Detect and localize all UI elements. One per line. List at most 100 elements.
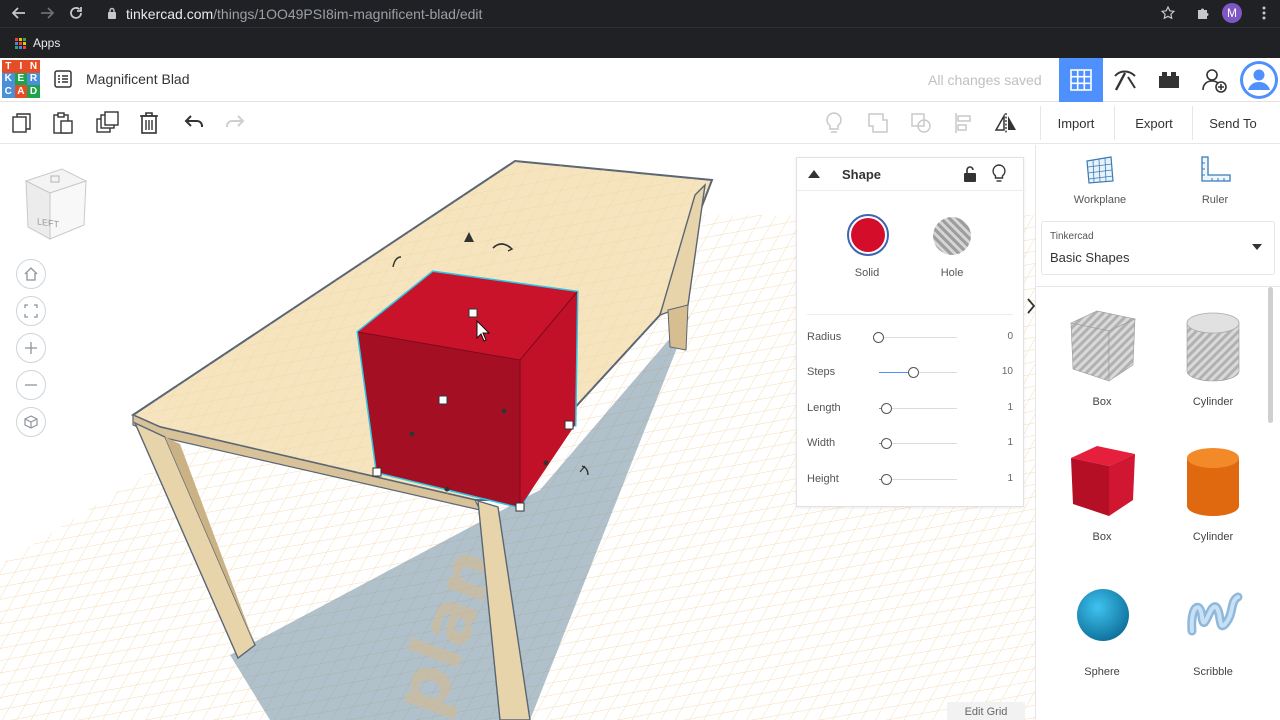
browser-menu-icon[interactable] — [1254, 3, 1274, 23]
height-handle[interactable] — [468, 308, 478, 318]
delete-trash-icon[interactable] — [137, 111, 161, 135]
ruler-label: Ruler — [1201, 194, 1229, 206]
bookmarks-bar: Apps — [0, 27, 1280, 58]
corner-handle[interactable] — [372, 467, 382, 477]
shape-sphere[interactable]: Sphere — [1062, 577, 1142, 678]
home-view-button[interactable] — [16, 259, 46, 289]
shape-box[interactable]: Box — [1062, 440, 1142, 543]
lock-open-icon[interactable] — [963, 165, 977, 183]
sphere-icon — [1077, 589, 1129, 641]
property-slider-knob[interactable] — [908, 367, 920, 378]
perspective-toggle-button[interactable] — [16, 407, 46, 437]
edge-handle[interactable] — [543, 460, 549, 466]
toolbar-separator — [1114, 106, 1115, 140]
property-slider-knob[interactable] — [880, 403, 892, 414]
scribble-icon — [1187, 592, 1243, 636]
inspector-divider — [807, 314, 1013, 315]
lightbulb-icon[interactable] — [992, 164, 1006, 184]
undo-icon[interactable] — [182, 111, 206, 135]
hole-label: Hole — [940, 267, 964, 279]
property-label: Radius — [807, 331, 842, 343]
property-label: Width — [807, 437, 836, 449]
property-value[interactable]: 1 — [1007, 437, 1013, 448]
paste-icon[interactable] — [51, 111, 75, 135]
address-bar[interactable]: tinkercad.com/things/1OO49PSI8im-magnifi… — [126, 6, 482, 22]
edge-handle[interactable] — [409, 431, 415, 437]
cylinder-icon — [1187, 448, 1239, 516]
property-value[interactable]: 10 — [1002, 366, 1013, 377]
bricks-view-button[interactable] — [1147, 58, 1191, 102]
redo-icon[interactable] — [223, 111, 247, 135]
dropdown-caret-icon — [1252, 244, 1262, 250]
property-width: Width 1 — [807, 434, 1013, 454]
property-slider-track[interactable] — [879, 337, 957, 338]
ungroup-icon[interactable] — [909, 111, 933, 135]
property-slider-knob[interactable] — [873, 332, 884, 343]
logo-letter: A — [14, 85, 28, 98]
view-cube[interactable]: LEFT — [20, 167, 88, 243]
apps-grid-icon[interactable] — [14, 37, 26, 49]
solid-color-swatch[interactable] — [847, 214, 889, 256]
show-all-lightbulb-icon[interactable] — [822, 111, 846, 135]
browser-profile-avatar[interactable]: M — [1222, 3, 1242, 23]
reload-icon[interactable] — [66, 3, 86, 23]
collection-source-caption: Tinkercad — [1050, 231, 1094, 242]
apps-bookmark[interactable]: Apps — [33, 36, 60, 50]
copy-icon[interactable] — [10, 111, 34, 135]
shape-label: Cylinder — [1192, 396, 1234, 408]
design-list-icon[interactable] — [54, 70, 72, 88]
lock-icon[interactable] — [107, 7, 117, 19]
export-button[interactable]: Export — [1122, 110, 1186, 136]
selected-collection: Basic Shapes — [1050, 250, 1130, 265]
workplane-tool[interactable]: Workplane — [1060, 155, 1140, 206]
property-value[interactable]: 1 — [1007, 402, 1013, 413]
group-icon[interactable] — [866, 111, 890, 135]
property-slider-knob[interactable] — [880, 474, 892, 485]
send-to-button[interactable]: Send To — [1200, 110, 1266, 136]
edge-handle[interactable] — [501, 408, 507, 414]
bookmark-star-icon[interactable] — [1158, 3, 1178, 23]
duplicate-icon[interactable] — [95, 111, 119, 135]
shape-cylinder-hole[interactable]: Cylinder — [1173, 305, 1253, 408]
zoom-in-button[interactable] — [16, 333, 46, 363]
edge-handle[interactable] — [444, 486, 450, 492]
shape-box-hole[interactable]: Box — [1062, 305, 1142, 408]
cube-perspective-icon — [24, 415, 38, 429]
workplane-icon — [1086, 156, 1114, 184]
fit-view-button[interactable] — [16, 296, 46, 326]
table-leg-back-right-bottom — [667, 304, 689, 351]
library-scrollbar[interactable] — [1268, 287, 1273, 423]
property-slider-knob[interactable] — [880, 438, 892, 449]
forward-arrow-icon[interactable] — [37, 3, 57, 23]
property-value[interactable]: 1 — [1007, 473, 1013, 484]
import-button[interactable]: Import — [1044, 110, 1108, 136]
toolbar-separator — [1192, 106, 1193, 140]
edit-grid-button[interactable]: Edit Grid — [947, 702, 1025, 720]
shape-cylinder[interactable]: Cylinder — [1173, 440, 1253, 543]
shape-scribble[interactable]: Scribble — [1173, 577, 1253, 678]
corner-handle[interactable] — [564, 420, 574, 430]
blocks-view-button[interactable] — [1103, 58, 1147, 102]
library-divider — [1036, 286, 1280, 287]
logo-letter: T — [2, 60, 15, 73]
tinkercad-logo[interactable]: TINKERCAD — [2, 60, 40, 98]
collapse-inspector-caret-icon[interactable] — [807, 168, 821, 180]
length-handle[interactable] — [438, 395, 448, 405]
extensions-puzzle-icon[interactable] — [1193, 3, 1213, 23]
3d-view-button[interactable] — [1059, 58, 1103, 102]
shape-collection-dropdown[interactable]: Tinkercad Basic Shapes — [1041, 221, 1275, 275]
zoom-out-button[interactable] — [16, 370, 46, 400]
workplane-label: Workplane — [1073, 194, 1127, 206]
back-arrow-icon[interactable] — [9, 3, 29, 23]
user-avatar[interactable] — [1237, 58, 1280, 102]
mirror-icon[interactable] — [994, 111, 1018, 135]
property-value[interactable]: 0 — [1007, 331, 1013, 342]
hole-swatch[interactable] — [933, 217, 971, 255]
ruler-tool[interactable]: Ruler — [1175, 155, 1255, 206]
avatar-icon — [1240, 61, 1278, 99]
invite-user-button[interactable] — [1192, 58, 1236, 102]
design-title[interactable]: Magnificent Blad — [86, 71, 190, 87]
corner-handle[interactable] — [515, 502, 525, 512]
align-icon[interactable] — [953, 111, 977, 135]
fit-view-icon — [24, 304, 38, 318]
